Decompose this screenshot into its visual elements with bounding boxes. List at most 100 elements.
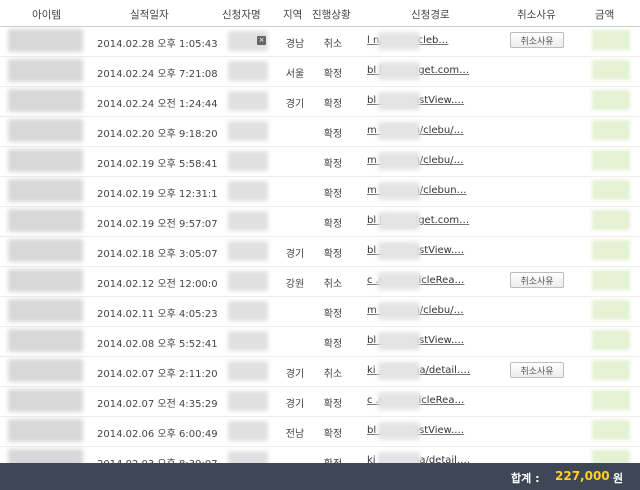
header-route: 신청경로 — [411, 9, 450, 21]
redacted-route — [378, 212, 420, 230]
close-icon[interactable]: × — [257, 36, 266, 45]
cancel-reason-button[interactable]: 취소사유 — [510, 362, 564, 378]
row-status: 확정 — [323, 219, 343, 230]
row-region: 경남 — [285, 39, 305, 50]
redacted-item — [8, 119, 83, 142]
row-status: 확정 — [323, 69, 343, 80]
table-row: 2014.02.07 오전 4:35:29 경기 확정 c .com/ArticleR… — [0, 386, 640, 417]
redacted-applicant — [228, 301, 268, 321]
redacted-route — [378, 392, 420, 410]
row-status: 확정 — [323, 399, 343, 410]
table-row: 2014.02.07 오후 2:11:20 경기 취소 ki .com/qna/det… — [0, 356, 640, 387]
row-status: 확정 — [323, 99, 343, 110]
redacted-route — [378, 242, 420, 260]
redacted-applicant — [228, 271, 268, 291]
redacted-item — [8, 179, 83, 202]
row-status: 확정 — [323, 309, 343, 320]
redacted-amount — [592, 360, 630, 380]
total-footer: 합계 : 227,000 원 — [0, 463, 640, 490]
row-status: 확정 — [323, 189, 343, 200]
row-status: 확정 — [323, 159, 343, 170]
redacted-applicant — [228, 91, 268, 111]
redacted-route — [378, 182, 420, 200]
header-amount: 금액 — [595, 9, 615, 21]
table-row: 2014.02.19 오후 12:31:13 확정 m ver.com/clebun… — [0, 176, 640, 207]
row-status: 확정 — [323, 339, 343, 350]
redacted-route — [378, 422, 420, 440]
row-date: 2014.02.11 오후 4:05:23 — [97, 309, 217, 320]
redacted-amount — [592, 60, 630, 80]
redacted-route — [378, 32, 420, 50]
header-status: 진행상황 — [312, 9, 351, 21]
redacted-item — [8, 29, 83, 52]
redacted-amount — [592, 90, 630, 110]
redacted-item — [8, 59, 83, 82]
table-header: 아이템 실적일자 신청자명 지역 진행상황 신청경로 취소사유 금액 — [0, 0, 640, 27]
row-region: 경기 — [285, 399, 305, 410]
redacted-route — [378, 92, 420, 110]
redacted-item — [8, 389, 83, 412]
redacted-amount — [592, 150, 630, 170]
header-cancel-reason: 취소사유 — [517, 9, 556, 21]
redacted-item — [8, 149, 83, 172]
redacted-item — [8, 359, 83, 382]
row-date: 2014.02.19 오후 5:58:41 — [97, 159, 217, 170]
redacted-route — [378, 122, 420, 140]
redacted-route — [378, 62, 420, 80]
redacted-applicant — [228, 421, 268, 441]
header-applicant: 신청자명 — [222, 9, 261, 21]
row-status: 확정 — [323, 129, 343, 140]
table-row: 2014.02.24 오전 1:24:44 경기 확정 bl .com/PostVie… — [0, 86, 640, 117]
redacted-item — [8, 239, 83, 262]
cancel-reason-button[interactable]: 취소사유 — [510, 272, 564, 288]
redacted-applicant — [228, 181, 268, 201]
row-region: 강원 — [285, 279, 305, 290]
row-date: 2014.02.28 오후 1:05:43 — [97, 39, 217, 50]
redacted-amount — [592, 300, 630, 320]
header-item: 아이템 — [32, 9, 61, 21]
redacted-applicant — [228, 121, 268, 141]
redacted-route — [378, 362, 420, 380]
redacted-item — [8, 269, 83, 292]
table-row: 2014.02.12 오전 12:00:01 강원 취소 c .com/Article… — [0, 266, 640, 297]
redacted-amount — [592, 270, 630, 290]
redacted-applicant — [228, 211, 268, 231]
redacted-amount — [592, 180, 630, 200]
redacted-applicant — [228, 241, 268, 261]
cancel-reason-button[interactable]: 취소사유 — [510, 32, 564, 48]
row-date: 2014.02.19 오전 9:57:07 — [97, 219, 217, 230]
redacted-applicant — [228, 151, 268, 171]
redacted-amount — [592, 240, 630, 260]
total-label: 합계 : — [511, 472, 540, 485]
total-value: 227,000 — [555, 469, 610, 483]
table-row: 2014.02.19 오후 5:58:41 확정 m ver.com/clebu/… — [0, 146, 640, 177]
redacted-applicant — [228, 331, 268, 351]
redacted-amount — [592, 390, 630, 410]
row-status: 취소 — [323, 369, 343, 380]
table-row: 2014.02.11 오후 4:05:23 확정 m ver.com/clebu/… — [0, 296, 640, 327]
redacted-applicant — [228, 61, 268, 81]
header-date: 실적일자 — [130, 9, 169, 21]
table-row: 2014.02.24 오후 7:21:08 서울 확정 bl blogwidget.c… — [0, 56, 640, 87]
row-status: 취소 — [323, 279, 343, 290]
redacted-applicant — [228, 391, 268, 411]
total-unit: 원 — [613, 472, 624, 485]
row-date: 2014.02.06 오후 6:00:49 — [97, 429, 217, 440]
row-region: 서울 — [285, 69, 305, 80]
row-date: 2014.02.20 오후 9:18:20 — [97, 129, 217, 140]
row-date: 2014.02.24 오후 7:21:08 — [97, 69, 217, 80]
row-date: 2014.02.07 오전 4:35:29 — [97, 399, 217, 410]
row-status: 확정 — [323, 429, 343, 440]
redacted-route — [378, 152, 420, 170]
row-status: 확정 — [323, 249, 343, 260]
redacted-amount — [592, 210, 630, 230]
redacted-item — [8, 329, 83, 352]
row-date: 2014.02.07 오후 2:11:20 — [97, 369, 217, 380]
redacted-applicant — [228, 361, 268, 381]
table-row: 2014.02.08 오후 5:52:41 확정 bl .com/PostView.… — [0, 326, 640, 357]
table-row: 2014.02.19 오전 9:57:07 확정 bl blogwidget.com… — [0, 206, 640, 237]
row-date: 2014.02.19 오후 12:31:13 — [97, 189, 217, 200]
redacted-amount — [592, 30, 630, 50]
redacted-route — [378, 302, 420, 320]
redacted-amount — [592, 420, 630, 440]
